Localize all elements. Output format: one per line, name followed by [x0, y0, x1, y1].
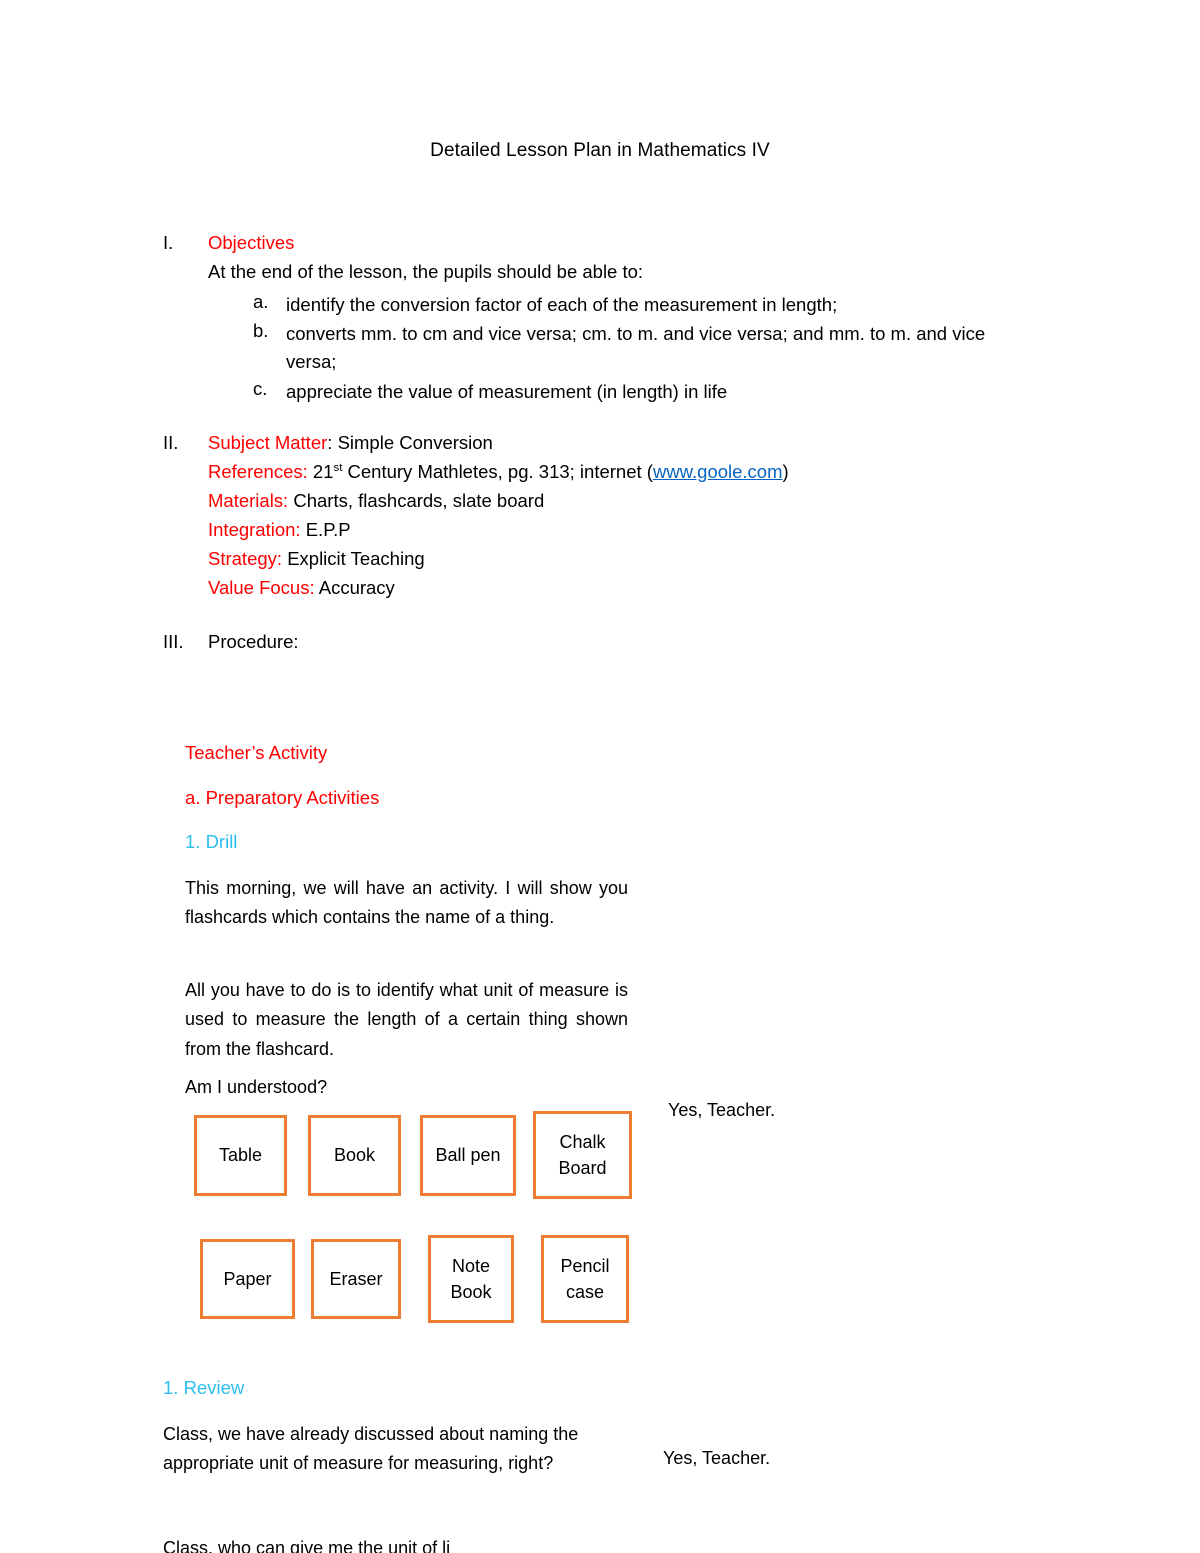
strategy-value: Explicit Teaching: [287, 548, 425, 569]
drill-paragraph-2: All you have to do is to identify what u…: [185, 980, 628, 1059]
references-value-pre: 21: [312, 461, 334, 482]
strategy-label: Strategy:: [208, 548, 283, 569]
procedure-numeral: III.: [163, 631, 184, 652]
references-value-mid: Century Mathletes, pg. 313; internet (: [342, 461, 653, 482]
flashcard-chalk-board[interactable]: Chalk Board: [533, 1111, 632, 1199]
flashcard-paper[interactable]: Paper: [200, 1239, 295, 1319]
references-value-post: ): [782, 461, 789, 482]
subject-matter-numeral: II.: [163, 432, 179, 453]
strategy-line: Strategy: Explicit Teaching: [208, 548, 425, 570]
clipped-bottom-line: Class, who can give me the unit of li: [163, 1538, 451, 1553]
references-label: References:: [208, 461, 308, 482]
objective-text-b: converts mm. to cm and vice versa; cm. t…: [286, 323, 986, 373]
flashcard-book[interactable]: Book: [308, 1115, 401, 1196]
subject-matter-value: Simple Conversion: [337, 432, 493, 453]
materials-value: Charts, flashcards, slate board: [293, 490, 545, 511]
subject-matter-label: Subject Matter: [208, 432, 328, 453]
integration-line: Integration: E.P.P: [208, 519, 351, 541]
flashcard-table[interactable]: Table: [194, 1115, 287, 1196]
subject-matter-separator: :: [327, 432, 338, 453]
integration-label: Integration:: [208, 519, 301, 540]
value-focus-value: Accuracy: [318, 577, 395, 598]
materials-label: Materials:: [208, 490, 289, 511]
objective-text-c: appreciate the value of measurement (in …: [286, 381, 728, 402]
drill-question: Am I understood?: [185, 1077, 328, 1097]
page-title: Detailed Lesson Plan in Mathematics IV: [430, 140, 770, 161]
flashcard-pencil-case[interactable]: Pencil case: [541, 1235, 629, 1323]
review-pupil-response: Yes, Teacher.: [663, 1448, 771, 1468]
flashcard-eraser[interactable]: Eraser: [311, 1239, 401, 1319]
objective-letter-b: b.: [253, 320, 269, 341]
preparatory-activities-heading: a. Preparatory Activities: [185, 787, 380, 808]
value-focus-line: Value Focus: Accuracy: [208, 577, 395, 599]
objectives-heading: Objectives: [208, 232, 295, 253]
drill-heading: 1. Drill: [185, 831, 238, 852]
procedure-heading: Procedure:: [208, 631, 299, 652]
review-heading: 1. Review: [163, 1377, 245, 1398]
objective-letter-a: a.: [253, 291, 269, 312]
objective-letter-c: c.: [253, 378, 268, 399]
objectives-numeral: I.: [163, 232, 174, 253]
objective-text-a: identify the conversion factor of each o…: [286, 294, 838, 315]
value-focus-label: Value Focus:: [208, 577, 315, 598]
materials-line: Materials: Charts, flashcards, slate boa…: [208, 490, 544, 512]
teacher-activity-column-header: Teacher’s Activity: [185, 742, 328, 763]
drill-paragraph-1: This morning, we will have an activity. …: [185, 878, 628, 928]
objectives-intro: At the end of the lesson, the pupils sho…: [208, 261, 644, 282]
reference-hyperlink[interactable]: www.goole.com: [653, 461, 783, 482]
review-paragraph: Class, we have already discussed about n…: [163, 1424, 579, 1474]
integration-value: E.P.P: [305, 519, 351, 540]
flashcard-note-book[interactable]: Note Book: [428, 1235, 514, 1323]
document-page: Detailed Lesson Plan in Mathematics IV I…: [0, 0, 1200, 1553]
drill-pupil-response: Yes, Teacher.: [668, 1100, 776, 1120]
flashcard-ball-pen[interactable]: Ball pen: [420, 1115, 516, 1196]
subject-matter-line: Subject Matter: Simple Conversion: [208, 432, 493, 454]
references-line: References: 21st Century Mathletes, pg. …: [208, 461, 789, 483]
